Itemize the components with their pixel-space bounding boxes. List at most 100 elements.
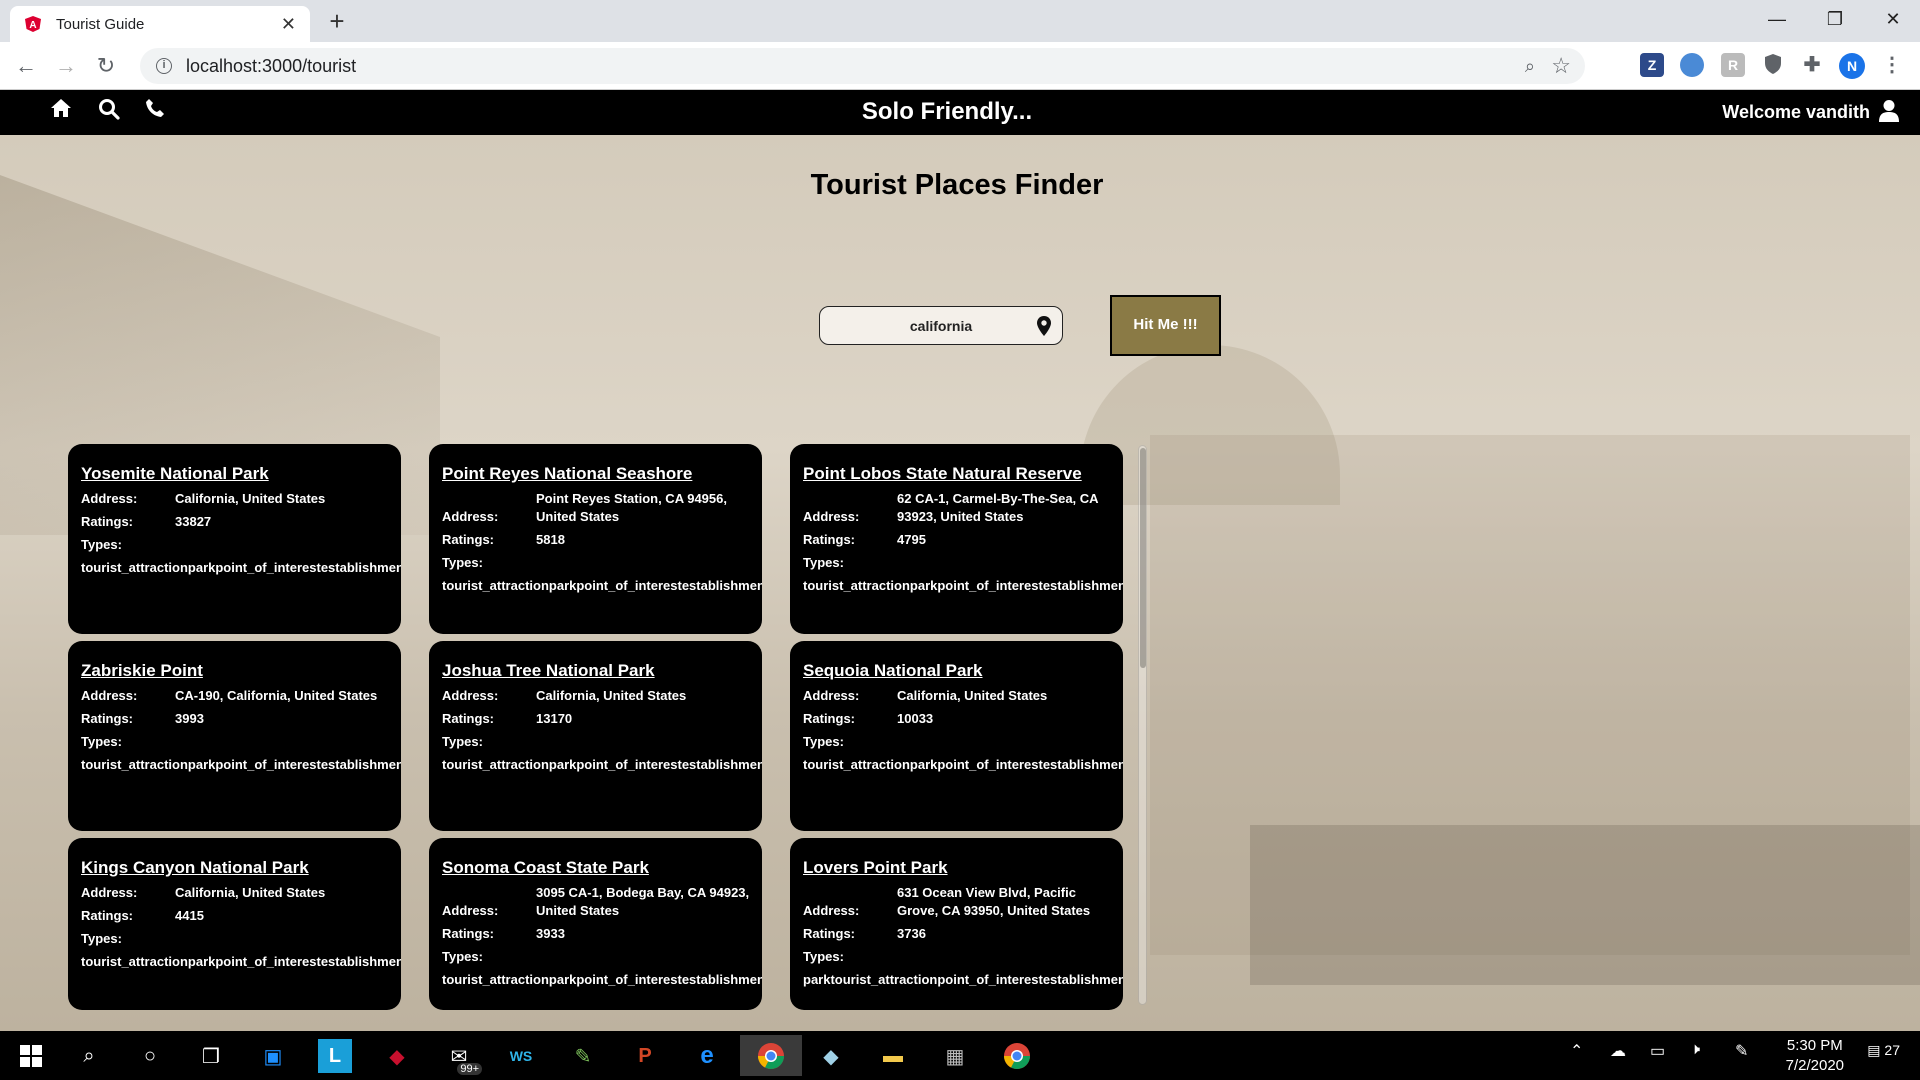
zoom-icon[interactable]: ⌕	[1525, 56, 1535, 77]
hit-me-button[interactable]: Hit Me !!!	[1110, 295, 1221, 356]
location-search-box[interactable]	[819, 306, 1063, 345]
ratings-value: 3933	[536, 926, 565, 941]
address-bar[interactable]: i localhost:3000/tourist ⌕ ☆	[140, 48, 1585, 84]
types-label: Types:	[81, 734, 122, 749]
types-value: tourist_attractionparkpoint_of_intereste…	[81, 954, 401, 969]
address-value: 62 CA-1, Carmel-By-The-Sea, CA 93923, Un…	[897, 491, 1099, 524]
powerpoint-icon[interactable]: P	[628, 1039, 662, 1073]
ratings-value: 13170	[536, 711, 573, 726]
types-label: Types:	[803, 734, 844, 749]
browser-tab[interactable]: A Tourist Guide ✕	[10, 6, 310, 42]
notification-count: 27	[1884, 1042, 1900, 1058]
store-icon[interactable]: ▣	[256, 1039, 290, 1073]
scrollbar-thumb[interactable]	[1140, 448, 1146, 668]
task-view-icon[interactable]: ❐	[194, 1039, 228, 1073]
chrome-icon[interactable]	[1000, 1039, 1034, 1073]
puzzle-ext-icon[interactable]: ✚	[1800, 53, 1824, 77]
types-value: tourist_attractionparkpoint_of_intereste…	[803, 578, 1123, 593]
types-label: Types:	[81, 537, 122, 552]
place-card: Lovers Point Park Address: 631 Ocean View…	[790, 838, 1123, 1010]
profile-avatar[interactable]: N	[1839, 53, 1865, 79]
types-label: Types:	[81, 931, 122, 946]
info-icon[interactable]: i	[156, 58, 172, 74]
browser-tab-strip: A Tourist Guide ✕ + — ❐ ✕	[0, 0, 1920, 42]
windows-start-icon[interactable]	[14, 1039, 48, 1073]
place-card: Yosemite National Park Address: Californi…	[68, 444, 401, 634]
types-value: tourist_attractionparkpoint_of_intereste…	[442, 578, 762, 593]
close-tab-icon[interactable]: ✕	[281, 14, 296, 35]
place-name-link[interactable]: Sequoia National Park	[803, 661, 1111, 681]
place-card: Point Reyes National Seashore Address: Po…	[429, 444, 762, 634]
types-value: tourist_attractionparkpoint_of_intereste…	[803, 757, 1123, 772]
place-card: Sequoia National Park Address: California…	[790, 641, 1123, 831]
translate-ext-icon[interactable]	[1680, 53, 1704, 77]
ratings-label: Ratings:	[81, 711, 133, 726]
place-name-link[interactable]: Point Lobos State Natural Reserve	[803, 464, 1111, 484]
calculator-icon[interactable]: ▦	[938, 1039, 972, 1073]
webstorm-icon[interactable]: WS	[504, 1039, 538, 1073]
place-name-link[interactable]: Sonoma Coast State Park	[442, 858, 750, 878]
notification-center-icon[interactable]: ▤ 27	[1867, 1042, 1900, 1059]
menu-icon[interactable]: ⋮	[1880, 53, 1904, 77]
draw-app-icon[interactable]: ◆	[814, 1039, 848, 1073]
types-label: Types:	[803, 555, 844, 570]
l-app-icon[interactable]: L	[318, 1039, 352, 1073]
address-value: California, United States	[175, 491, 326, 506]
notepad-plus-icon[interactable]: ✎	[566, 1039, 600, 1073]
ratings-label: Ratings:	[803, 926, 855, 941]
browser-toolbar: ← → ↻ i localhost:3000/tourist ⌕ ☆	[0, 42, 1920, 90]
restore-button[interactable]: ❐	[1806, 0, 1864, 40]
user-icon[interactable]	[1878, 99, 1900, 125]
results-scrollbar[interactable]	[1138, 445, 1147, 1005]
main-content: Tourist Places Finder Hit Me !!! Yosemit…	[0, 135, 1920, 1031]
address-label: Address:	[442, 903, 499, 918]
mcafee-icon[interactable]: ◆	[380, 1039, 414, 1073]
minimize-button[interactable]: —	[1748, 0, 1806, 40]
file-explorer-icon[interactable]: ▬	[876, 1039, 910, 1073]
search-taskbar-icon[interactable]: ⌕	[72, 1039, 106, 1073]
zoom-ext-icon[interactable]: Z	[1640, 53, 1664, 77]
system-clock[interactable]: 5:30 PM 7/2/2020	[1786, 1036, 1844, 1076]
volume-muted-icon[interactable]: 🕨	[1690, 1041, 1700, 1059]
types-value: parktourist_attractionpoint_of_intereste…	[803, 972, 1123, 987]
close-window-button[interactable]: ✕	[1864, 0, 1920, 40]
place-card: Kings Canyon National Park Address: Calif…	[68, 838, 401, 1010]
place-name-link[interactable]: Zabriskie Point	[81, 661, 389, 681]
forward-icon[interactable]: →	[52, 52, 80, 80]
ext-gray-icon[interactable]: R	[1721, 53, 1745, 77]
reload-icon[interactable]: ↻	[92, 52, 120, 80]
ratings-label: Ratings:	[803, 711, 855, 726]
location-input[interactable]	[851, 317, 1031, 334]
ratings-label: Ratings:	[442, 532, 494, 547]
ratings-label: Ratings:	[803, 532, 855, 547]
types-value: tourist_attractionparkpoint_of_intereste…	[442, 757, 762, 772]
place-name-link[interactable]: Lovers Point Park	[803, 858, 1111, 878]
brand-title: Solo Friendly...	[861, 98, 1033, 125]
types-label: Types:	[442, 949, 483, 964]
new-tab-button[interactable]: +	[322, 6, 352, 36]
pen-icon[interactable]: ✎	[1735, 1041, 1748, 1061]
cortana-icon[interactable]: ○	[133, 1039, 167, 1073]
chrome-active-icon[interactable]	[740, 1035, 802, 1076]
place-name-link[interactable]: Point Reyes National Seashore	[442, 464, 750, 484]
back-icon[interactable]: ←	[12, 52, 40, 80]
onedrive-icon[interactable]: ☁	[1610, 1041, 1626, 1061]
tab-title: Tourist Guide	[56, 15, 145, 33]
address-label: Address:	[803, 903, 860, 918]
mail-icon[interactable]: ✉ 99+	[442, 1039, 482, 1075]
place-name-link[interactable]: Joshua Tree National Park	[442, 661, 750, 681]
shield-ext-icon[interactable]	[1761, 53, 1785, 77]
chevron-up-icon[interactable]: ⌃	[1570, 1041, 1583, 1061]
address-value: California, United States	[175, 885, 326, 900]
place-name-link[interactable]: Kings Canyon National Park	[81, 858, 389, 878]
address-value: California, United States	[897, 688, 1048, 703]
battery-icon[interactable]: ▭	[1650, 1041, 1665, 1061]
bookmark-star-icon[interactable]: ☆	[1551, 53, 1571, 79]
ratings-label: Ratings:	[81, 908, 133, 923]
types-value: tourist_attractionparkpoint_of_intereste…	[81, 560, 401, 575]
place-card: Sonoma Coast State Park Address: 3095 CA-…	[429, 838, 762, 1010]
edge-icon[interactable]: e	[690, 1039, 724, 1073]
ratings-label: Ratings:	[442, 926, 494, 941]
place-name-link[interactable]: Yosemite National Park	[81, 464, 389, 484]
ratings-value: 33827	[175, 514, 212, 529]
